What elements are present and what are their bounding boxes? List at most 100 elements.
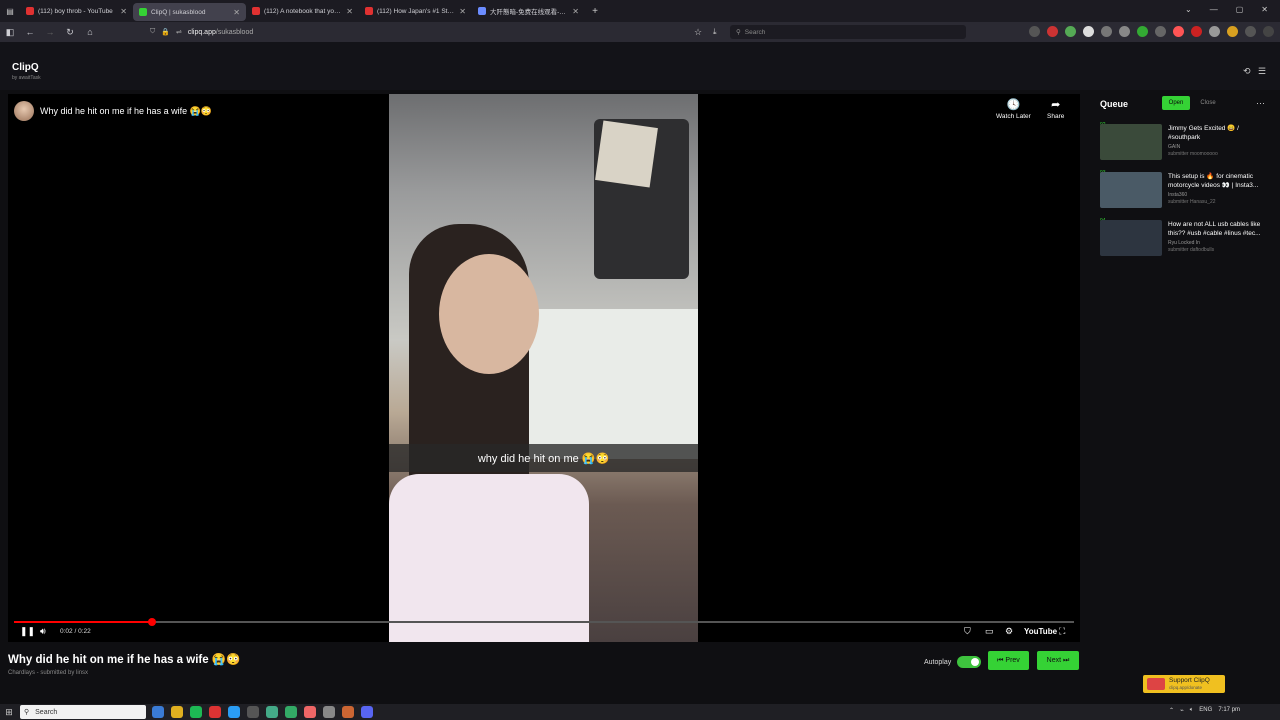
queue-item-title[interactable]: How are not ALL usb cables like this?? #… [1168,220,1272,238]
clock-icon: 🕓 [1006,99,1021,111]
close-tab-icon[interactable]: ✕ [120,7,127,16]
shield-extension-icon[interactable]: ⛉ [964,626,971,637]
progress-knob[interactable] [147,618,156,626]
maximize-button[interactable]: ▢ [1236,5,1244,14]
next-button[interactable]: Next ⏭ [1037,651,1079,670]
queue-thumbnail[interactable] [1100,220,1162,256]
share-button[interactable]: ➦ Share [1047,98,1064,120]
app-icon[interactable] [152,706,164,718]
app-icon[interactable] [266,706,278,718]
extension-icon[interactable] [1065,26,1076,37]
fullscreen-icon[interactable]: ⛶ [1059,626,1065,637]
language-indicator[interactable]: ENG [1199,707,1212,714]
extension-icon[interactable] [1227,26,1238,37]
discord-icon[interactable] [361,706,373,718]
settings-gear-icon[interactable]: ⚙ [1005,626,1013,637]
video-title-text[interactable]: Why did he hit on me if he has a wife 😭😳 [40,106,212,117]
firefox-icon[interactable] [304,706,316,718]
spotify-icon[interactable] [190,706,202,718]
app-logo[interactable]: ClipQ [12,62,39,73]
app-icon[interactable] [285,706,297,718]
history-icon[interactable]: ⟲ [1243,66,1251,77]
tab-youtube-notebook[interactable]: (112) A notebook that you can ✕ [246,0,359,22]
channel-avatar[interactable] [14,101,34,121]
clock[interactable]: 7:17 pm [1218,707,1240,714]
submitter-name[interactable]: linsx [76,670,88,676]
edge-icon[interactable] [228,706,240,718]
extension-icon[interactable] [1191,26,1202,37]
more-options-icon[interactable]: ⋯ [1256,98,1265,109]
watch-later-button[interactable]: 🕓 Watch Later [996,98,1031,120]
settings-sliders-icon[interactable]: ☰ [1258,66,1266,77]
queue-thumbnail[interactable] [1100,124,1162,160]
close-tab-icon[interactable]: ✕ [459,7,466,16]
tab-list-icon[interactable]: ▤ [0,7,20,16]
bookmark-star-icon[interactable]: ☆ [694,27,702,38]
extensions-puzzle-icon[interactable] [1245,26,1256,37]
shield-icon[interactable]: ⛉ [150,28,155,36]
channel-name[interactable]: Chardlays [8,670,35,676]
back-icon[interactable]: ← [20,27,40,37]
support-button[interactable]: Support ClipQ clipq.app/donate [1143,675,1225,693]
permissions-icon[interactable]: ⇌ [176,28,182,36]
extension-icon[interactable] [1047,26,1058,37]
app-icon[interactable] [323,706,335,718]
extension-icon[interactable] [1101,26,1112,37]
taskbar-search[interactable]: ⚲ Search [20,705,146,719]
minimize-button[interactable]: — [1210,5,1218,14]
extension-icon[interactable] [1173,26,1184,37]
forward-icon[interactable]: → [40,27,60,37]
tab-streaming-site[interactable]: 大阡態暗-免费在线观看-爱壹帆 ✕ [472,0,585,22]
new-tab-button[interactable]: + [585,6,605,17]
close-tab-icon[interactable]: ✕ [233,8,240,17]
download-icon[interactable]: ⤓ [713,27,717,37]
app-icon[interactable] [247,706,259,718]
sidebar-icon[interactable]: ◧ [0,27,20,38]
queue-item-title[interactable]: This setup is 🔥 for cinematic motorcycle… [1168,172,1272,190]
search-bar[interactable]: ⚲ Search [730,25,966,39]
app-icon[interactable] [342,706,354,718]
queue-close-button[interactable]: Close [1194,96,1222,110]
tab-youtube-boy-throb[interactable]: (112) boy throb - YouTube ✕ [20,0,133,22]
folder-icon[interactable] [171,706,183,718]
extension-icon[interactable] [1209,26,1220,37]
queue-item[interactable]: 93 This setup is 🔥 for cinematic motorcy… [1098,170,1274,212]
close-tab-icon[interactable]: ✕ [572,7,579,16]
tab-youtube-japan-streamer[interactable]: (112) How Japan's #1 Streamer ✕ [359,0,472,22]
youtube-logo[interactable]: YouTube [1024,627,1057,636]
menu-icon[interactable] [1263,26,1274,37]
progress-bar[interactable] [14,618,1074,626]
lock-icon[interactable]: 🔒 [161,28,170,36]
queue-item[interactable]: 92 Jimmy Gets Excited 😄 / #southpark GAI… [1098,122,1274,164]
windows-start-icon[interactable]: ⊞ [0,707,18,718]
extension-icon[interactable] [1083,26,1094,37]
extension-icon[interactable] [1119,26,1130,37]
queue-item[interactable]: 94 How are not ALL usb cables like this?… [1098,218,1274,260]
network-icon[interactable]: ⌁ [1180,707,1184,714]
home-icon[interactable]: ⌂ [80,27,100,37]
tab-clipq[interactable]: ClipQ | sukasblood ✕ [133,3,246,21]
extension-icon[interactable] [1155,26,1166,37]
autoplay-toggle[interactable] [957,656,982,668]
tab-overflow-icon[interactable]: ⌄ [1185,5,1192,14]
autoplay-control: Autoplay [924,656,982,668]
tray-chevron-icon[interactable]: ⌃ [1169,707,1174,714]
video-player[interactable]: why did he hit on me 😭😳 Why did he hit o… [8,94,1080,642]
pause-button[interactable]: ❚❚ [20,626,35,637]
library-icon[interactable] [1029,26,1040,37]
close-window-button[interactable]: ✕ [1261,5,1268,14]
video-title-overlay[interactable]: Why did he hit on me if he has a wife 😭😳 [14,101,212,121]
queue-open-button[interactable]: Open [1162,96,1190,110]
close-tab-icon[interactable]: ✕ [346,7,353,16]
speaker-icon[interactable]: 🔈︎ [1190,707,1194,714]
extension-icon[interactable] [1137,26,1148,37]
address-bar[interactable]: ⛉ 🔒 ⇌ clipq.app/sukasblood [150,25,720,39]
queue-item-title[interactable]: Jimmy Gets Excited 😄 / #southpark [1168,124,1272,142]
reload-icon[interactable]: ↻ [60,27,80,38]
share-label: Share [1047,113,1065,120]
app-icon[interactable] [209,706,221,718]
prev-button[interactable]: ⏮ Prev [988,651,1029,670]
volume-icon[interactable]: 🔊︎ [40,626,46,637]
queue-thumbnail[interactable] [1100,172,1162,208]
subtitles-icon[interactable]: ▭ [985,626,994,637]
